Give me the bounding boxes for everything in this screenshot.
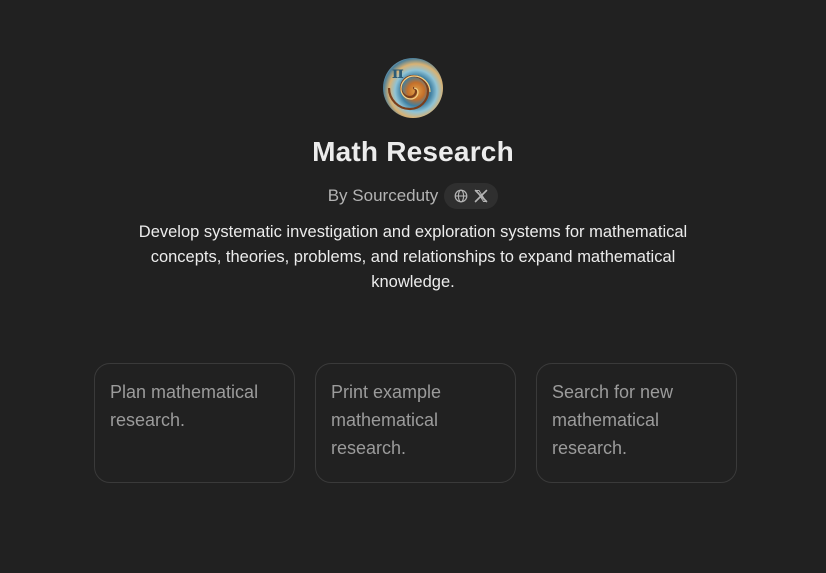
author-links xyxy=(444,183,499,209)
starter-card[interactable]: Plan mathematical research. xyxy=(94,363,295,483)
spiral-art-icon: π xyxy=(387,63,431,111)
gpt-title: Math Research xyxy=(312,136,514,167)
starter-card[interactable]: Print example mathematical research. xyxy=(315,363,516,483)
author-label: By Sourceduty xyxy=(327,186,439,205)
globe-icon[interactable] xyxy=(454,189,468,203)
svg-text:π: π xyxy=(392,63,404,82)
gpt-avatar: π xyxy=(383,58,443,118)
x-logo-icon[interactable] xyxy=(474,189,488,203)
conversation-starters: Plan mathematical research. Print exampl… xyxy=(94,363,737,483)
starter-card[interactable]: Search for new mathematical research. xyxy=(536,363,737,483)
gpt-description: Develop systematic investigation and exp… xyxy=(138,223,688,291)
byline: By Sourceduty xyxy=(0,183,826,209)
gpt-landing: π Math Research By Sourceduty Develop sy… xyxy=(0,0,826,573)
